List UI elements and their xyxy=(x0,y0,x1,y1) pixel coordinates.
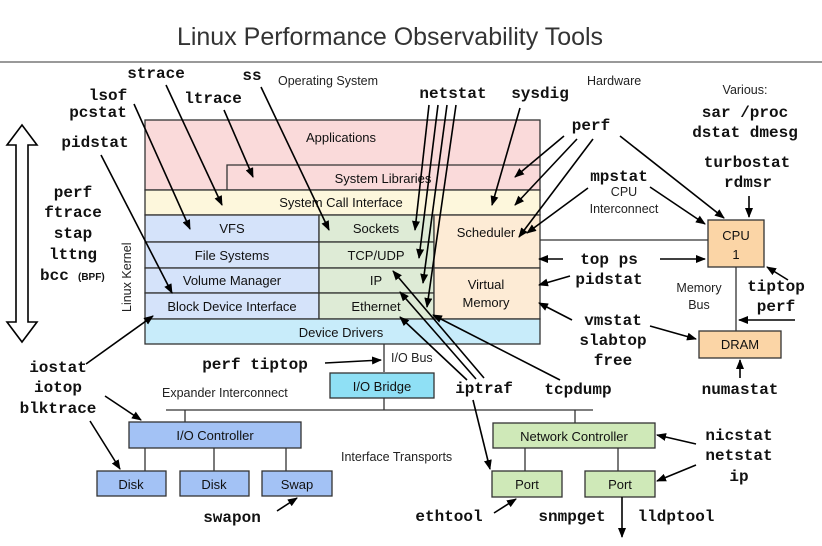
cpu-label-1: CPU xyxy=(722,228,749,243)
tool-tiptop-right: tiptop xyxy=(747,278,805,296)
port1-label: Port xyxy=(515,477,539,492)
arrow-nicstat-netctrl xyxy=(656,433,697,445)
layer-syscall-label: System Call Interface xyxy=(279,195,403,210)
disk1-label: Disk xyxy=(118,477,144,492)
tool-perf-tiptop: perf tiptop xyxy=(202,356,308,374)
cpu-label-2: 1 xyxy=(732,247,739,262)
label-cpu-interconnect-1: CPU xyxy=(611,185,637,199)
tool-sysdig: sysdig xyxy=(511,85,569,103)
tool-rdmsr: rdmsr xyxy=(724,174,772,192)
label-various: Various: xyxy=(723,83,768,97)
layer-virtual-memory-label-1: Virtual xyxy=(468,277,505,292)
layer-file-systems-label: File Systems xyxy=(195,248,270,263)
tool-vmstat: vmstat xyxy=(584,312,642,330)
layer-volume-manager-label: Volume Manager xyxy=(183,273,282,288)
layer-system-libraries-label: System Libraries xyxy=(335,171,432,186)
tool-bcc: bcc xyxy=(40,267,69,285)
tool-free: free xyxy=(594,352,632,370)
tool-pidstat-left: pidstat xyxy=(61,134,128,152)
disk2-label: Disk xyxy=(201,477,227,492)
tool-lttng: lttng xyxy=(49,246,97,264)
port2-label: Port xyxy=(608,477,632,492)
layer-ip-label: IP xyxy=(370,273,382,288)
layer-scheduler xyxy=(433,214,541,269)
label-cpu-interconnect-2: Interconnect xyxy=(590,202,659,216)
tool-swapon: swapon xyxy=(203,509,261,527)
tool-perf-right: perf xyxy=(757,298,795,316)
layer-sockets-label: Sockets xyxy=(353,221,400,236)
arrow-pidstat-vm xyxy=(538,275,571,287)
layer-device-drivers-label: Device Drivers xyxy=(299,325,384,340)
arrow-iostat-block xyxy=(85,315,154,365)
tool-ltrace: ltrace xyxy=(184,90,242,108)
tool-perf-top: perf xyxy=(572,117,610,135)
label-memory-bus-1: Memory xyxy=(676,281,722,295)
swap-label: Swap xyxy=(281,477,314,492)
dram-label: DRAM xyxy=(721,337,759,352)
tool-mpstat: mpstat xyxy=(590,168,648,186)
tool-iptraf: iptraf xyxy=(455,380,513,398)
layer-tcp-udp-label: TCP/UDP xyxy=(347,248,404,263)
io-bridge-label: I/O Bridge xyxy=(353,379,412,394)
tool-netstat-top: netstat xyxy=(419,85,486,103)
tool-strace: strace xyxy=(127,65,185,83)
label-expander-interconnect: Expander Interconnect xyxy=(162,386,288,400)
tool-ftrace: ftrace xyxy=(44,204,102,222)
label-io-bus: I/O Bus xyxy=(391,351,433,365)
tool-bpf-note: (BPF) xyxy=(78,272,105,283)
arrow-blktrace-disk xyxy=(89,420,121,470)
layer-vfs-label: VFS xyxy=(219,221,245,236)
label-interface-transports: Interface Transports xyxy=(341,450,452,464)
tool-ip: ip xyxy=(729,468,748,486)
label-hardware: Hardware xyxy=(587,74,641,88)
tool-dstat-dmesg: dstat dmesg xyxy=(692,124,798,142)
layer-scheduler-label: Scheduler xyxy=(457,225,516,240)
tool-blktrace: blktrace xyxy=(20,400,97,418)
arrow-ip-port xyxy=(656,464,697,482)
tool-lldptool: lldptool xyxy=(638,508,715,526)
tool-netstat-bottom: netstat xyxy=(705,447,772,465)
tool-iostat: iostat xyxy=(29,359,87,377)
arrow-vmstat-vm xyxy=(538,302,573,321)
label-operating-system: Operating System xyxy=(278,74,378,88)
layer-applications-label: Applications xyxy=(306,130,377,145)
layer-virtual-memory xyxy=(433,267,541,320)
kernel-span-double-arrow-icon xyxy=(5,123,39,344)
tool-ss: ss xyxy=(242,67,261,85)
tool-ethtool: ethtool xyxy=(415,508,482,526)
tool-nicstat: nicstat xyxy=(705,427,772,445)
arrow-swapon-swap xyxy=(276,497,298,512)
tool-slabtop: slabtop xyxy=(579,332,646,350)
tool-sar-proc: sar /proc xyxy=(702,104,788,122)
arrow-ethtool-port xyxy=(493,498,517,514)
label-memory-bus-2: Bus xyxy=(688,298,710,312)
network-controller-label: Network Controller xyxy=(520,429,628,444)
diagram-canvas: Linux Performance Observability Tools Op… xyxy=(0,23,822,538)
tool-numastat: numastat xyxy=(702,381,779,399)
layer-ethernet-label: Ethernet xyxy=(351,299,401,314)
io-controller-label: I/O Controller xyxy=(176,428,254,443)
tool-turbostat: turbostat xyxy=(704,154,790,172)
arrow-slabtop-dram xyxy=(649,325,697,341)
tool-stap: stap xyxy=(54,225,92,243)
tool-lsof: lsof xyxy=(89,87,127,105)
page-title: Linux Performance Observability Tools xyxy=(177,23,603,51)
tool-pcstat: pcstat xyxy=(69,104,127,122)
label-linux-kernel: Linux Kernel xyxy=(120,243,134,313)
tool-perf-left: perf xyxy=(54,184,92,202)
tool-tcpdump: tcpdump xyxy=(544,381,611,399)
layer-block-device-label: Block Device Interface xyxy=(167,299,296,314)
layer-virtual-memory-label-2: Memory xyxy=(463,295,510,310)
tool-iotop: iotop xyxy=(34,379,82,397)
arrow-perftiptop-iobus xyxy=(324,356,382,365)
arrow-iotop-ioctrl xyxy=(104,395,142,421)
tool-snmpget: snmpget xyxy=(538,508,605,526)
tool-top-ps: top ps xyxy=(580,251,638,269)
tool-pidstat-right: pidstat xyxy=(575,271,642,289)
